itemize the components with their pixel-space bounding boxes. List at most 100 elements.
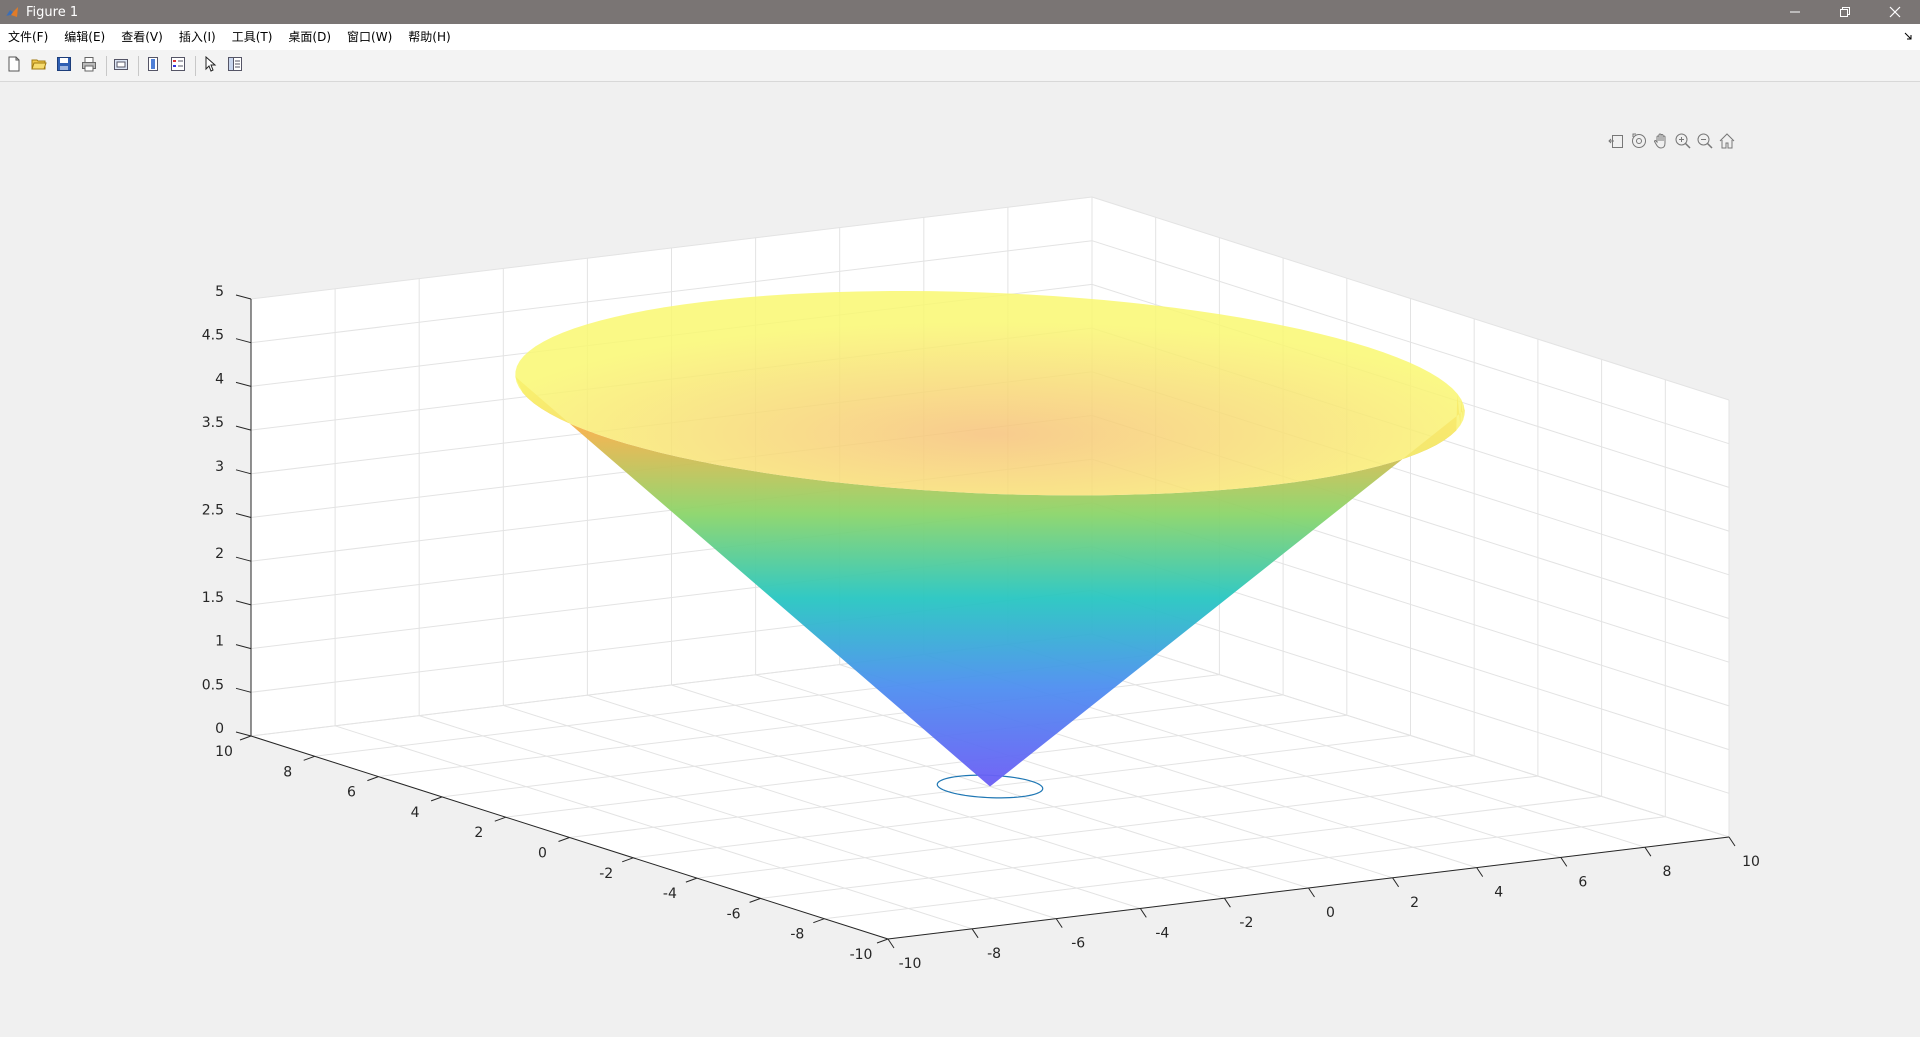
save-icon [56,56,72,76]
z-tick-label: 0 [215,721,224,737]
y-tick-label: 10 [215,744,233,760]
menu-window[interactable]: 窗口(W) [339,24,400,50]
z-tick-mark [235,294,252,300]
y-tick-mark [622,857,634,863]
y-tick-mark [367,776,379,782]
x-tick-mark [1055,918,1063,928]
y-tick-label: -10 [850,947,873,963]
print-button[interactable] [78,55,100,77]
x-tick-label: -8 [987,946,1001,962]
z-tick-mark [235,687,252,693]
toolbar-separator [106,55,107,76]
colorbar-icon [145,56,161,76]
matlab-logo-icon [4,4,20,20]
toolbar-separator [195,55,196,76]
z-tick-label: 2 [215,546,224,562]
z-tick-mark [235,381,252,387]
menu-help[interactable]: 帮助(H) [400,24,458,50]
link-plot-button[interactable] [110,55,132,77]
z-tick-mark [235,731,252,737]
link-plot-icon [113,56,129,76]
x-tick-mark [971,928,979,939]
menu-desktop[interactable]: 桌面(D) [280,24,339,50]
x-tick-mark [1223,897,1231,908]
z-tick-label: 1.5 [202,590,224,606]
property-inspector-button[interactable] [224,55,246,77]
x-tick-label: 2 [1410,895,1419,911]
menu-tools[interactable]: 工具(T) [224,24,281,50]
x-tick-label: 4 [1494,885,1503,901]
y-tick-mark [685,877,698,883]
menu-file[interactable]: 文件(F) [0,24,56,50]
z-tick-label: 4.5 [202,328,224,344]
x-tick-mark [1476,867,1484,877]
close-icon [1889,3,1901,22]
y-tick-label: 6 [347,785,356,801]
dock-arrow-icon[interactable] [1902,30,1914,42]
minimize-icon [1789,3,1801,22]
z-tick-label: 4 [215,371,224,387]
z-tick-mark [235,469,252,475]
z-tick-mark [235,644,252,650]
print-icon [81,56,97,76]
menubar: 文件(F) 编辑(E) 查看(V) 插入(I) 工具(T) 桌面(D) 窗口(W… [0,24,1920,50]
z-tick-mark [235,556,252,562]
z-tick-label: 3 [215,459,224,475]
z-tick-mark [235,513,252,518]
x-tick-label: 0 [1326,905,1335,921]
x-tick-mark [1728,836,1736,847]
new-figure-button[interactable] [3,55,25,77]
restore-button[interactable] [1820,0,1870,24]
select-pointer-icon [202,55,218,76]
property-inspector-icon [227,56,243,76]
z-tick-label: 0.5 [202,677,224,693]
z-tick-mark [235,425,252,431]
y-tick-mark [430,796,443,802]
menu-edit[interactable]: 编辑(E) [56,24,113,50]
x-tick-label: 6 [1578,874,1587,890]
x-tick-mark [887,938,895,949]
open-icon [31,56,47,76]
restore-icon [1839,3,1851,22]
y-tick-label: 8 [283,764,292,780]
select-pointer-button[interactable] [199,55,221,77]
x-tick-label: 8 [1662,864,1671,880]
legend-button[interactable] [167,55,189,77]
new-figure-icon [6,56,22,76]
colorbar-button[interactable] [142,55,164,77]
x-tick-label: -4 [1155,925,1169,941]
save-button[interactable] [53,55,75,77]
window-titlebar: Figure 1 [0,0,1920,24]
y-tick-label: 2 [474,825,483,841]
x-tick-mark [1139,908,1147,918]
y-tick-mark [749,897,761,903]
x-tick-label: -2 [1239,915,1253,931]
y-tick-label: -6 [727,906,741,922]
x-tick-mark [1644,846,1652,857]
z-tick-mark [235,600,252,606]
open-button[interactable] [28,55,50,77]
z-tick-label: 3.5 [202,415,224,431]
menu-view[interactable]: 查看(V) [113,24,171,50]
3d-surface-plot[interactable]: -10 -8 -6 -4 -2 0 2 4 6 8 10 -10 -8 -6 -4 -2 0 2 4 6 8 10 0 0.5… [0,83,1920,1037]
y-tick-label: 0 [538,846,547,862]
y-tick-mark [876,938,889,944]
y-tick-label: 4 [411,805,420,821]
x-tick-mark [1392,877,1400,888]
y-tick-mark [494,816,506,822]
y-tick-label: -4 [663,886,677,902]
x-tick-label: -10 [899,956,922,972]
figure-toolbar [0,50,1920,82]
minimize-button[interactable] [1770,0,1820,24]
y-tick-mark [558,837,570,842]
menu-insert[interactable]: 插入(I) [171,24,224,50]
z-tick-label: 1 [215,634,224,650]
y-tick-label: -8 [790,927,804,943]
window-controls [1770,0,1920,24]
z-tick-mark [235,338,252,344]
y-tick-mark [303,755,315,761]
close-button[interactable] [1870,0,1920,24]
z-tick-label: 5 [215,284,224,300]
x-tick-label: 10 [1742,854,1760,870]
x-tick-label: -6 [1071,936,1085,952]
